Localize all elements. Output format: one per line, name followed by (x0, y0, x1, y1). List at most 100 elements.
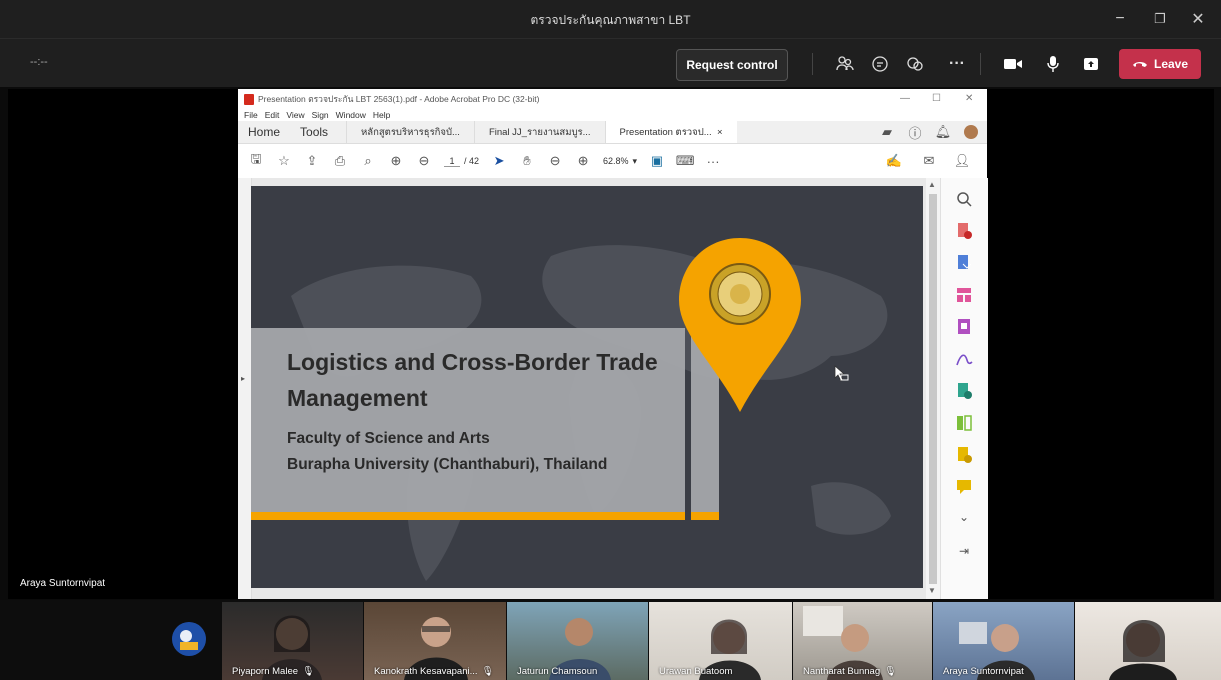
zoom-tool-icon[interactable] (955, 190, 973, 208)
close-tab-icon[interactable]: × (717, 127, 723, 138)
page-up-icon[interactable]: ⊕ (388, 153, 404, 169)
scroll-thumb[interactable] (929, 194, 937, 584)
meeting-control-bar: --:-- Request control ··· Leave (0, 38, 1221, 87)
organize-pages-icon[interactable] (955, 286, 973, 304)
avatar[interactable] (172, 622, 206, 656)
more-actions-button[interactable]: ··· (940, 49, 974, 79)
microphone-icon (1047, 56, 1059, 72)
acrobat-minimize-button[interactable]: — (900, 93, 910, 104)
tab-tools[interactable]: Tools (290, 121, 338, 143)
reactions-button[interactable] (898, 49, 932, 79)
menu-edit[interactable]: Edit (265, 110, 280, 120)
participant-tile[interactable]: Jaturun Chamsoun (507, 602, 648, 680)
chat-icon (872, 56, 888, 72)
hangup-icon (1132, 62, 1147, 67)
page-down-icon[interactable]: ⊖ (416, 153, 432, 169)
create-pdf-icon[interactable] (955, 222, 973, 240)
pdf-icon (244, 93, 254, 105)
participant-tile[interactable]: Piyaporn Malee 🎙︎ (222, 602, 363, 680)
email-icon[interactable]: ✉ (921, 153, 937, 169)
maximize-button[interactable]: ❐ (1142, 6, 1178, 32)
hand-icon[interactable]: ✋︎ (519, 153, 535, 169)
collapse-pane-icon[interactable]: ⇥ (955, 544, 973, 562)
fill-sign-icon[interactable] (955, 350, 973, 368)
keyboard-icon[interactable]: ⌨ (676, 153, 695, 169)
scroll-down-icon[interactable]: ▼ (928, 586, 936, 595)
window-titlebar: ตรวจประกันคุณภาพสาขา LBT − ❐ ✕ (0, 0, 1221, 38)
send-review-icon[interactable] (955, 382, 973, 400)
acrobat-window: Presentation ตรวจประกัน LBT 2563(1).pdf … (238, 89, 988, 599)
zoom-select[interactable]: 62.8% ▾ (603, 156, 637, 167)
microphone-button[interactable] (1036, 49, 1070, 79)
participant-name: Piyaporn Malee 🎙︎ (232, 666, 315, 677)
tab-home[interactable]: Home (238, 121, 290, 143)
bookmark-star-icon[interactable]: ☆ (276, 153, 292, 169)
sign-icon[interactable]: ✍ (886, 153, 902, 169)
page-total: / 42 (464, 156, 480, 166)
acrobat-titlebar: Presentation ตรวจประกัน LBT 2563(1).pdf … (238, 89, 987, 109)
slide-subtitle-line: Faculty of Science and Arts (287, 430, 490, 447)
bell-icon[interactable]: 🔔︎ (935, 124, 952, 140)
save-icon[interactable]: 🖫 (248, 151, 264, 169)
page-input[interactable]: 1 (444, 156, 460, 167)
chat-button[interactable] (863, 49, 897, 79)
search-icon[interactable]: ⌕ (360, 153, 376, 169)
help-icon[interactable]: ⓘ (907, 124, 923, 141)
participant-name: Kanokrath Kesavapani... 🎙︎ (374, 666, 494, 677)
doc-tab-active[interactable]: Presentation ตรวจป... × (604, 121, 737, 143)
select-cursor-icon[interactable]: ➤ (491, 153, 507, 169)
scroll-up-icon[interactable]: ▲ (928, 180, 936, 189)
people-icon (836, 56, 854, 71)
minimize-icon: − (1115, 10, 1125, 27)
fit-page-icon[interactable]: ▣ (649, 153, 665, 169)
doc-tab[interactable]: Final JJ_รายงานสมบูร... (473, 121, 605, 143)
leave-button[interactable]: Leave (1119, 49, 1201, 79)
menu-file[interactable]: File (244, 110, 258, 120)
window-title: ตรวจประกันคุณภาพสาขา LBT (530, 13, 691, 27)
acrobat-maximize-button[interactable]: ☐ (932, 93, 941, 104)
request-control-button[interactable]: Request control (676, 49, 788, 81)
participant-name: Urawan Buatoom (659, 666, 733, 677)
close-button[interactable]: ✕ (1180, 6, 1216, 32)
participant-name: Nantharat Bunnag 🎙︎ (803, 666, 897, 677)
combine-files-icon[interactable] (955, 446, 973, 464)
menu-sign[interactable]: Sign (312, 110, 329, 120)
participant-name: Jaturun Chamsoun (517, 666, 598, 677)
comment-tool-icon[interactable] (955, 478, 973, 496)
participant-tile[interactable]: Urawan Buatoom (649, 602, 792, 680)
divider (812, 53, 813, 75)
menu-help[interactable]: Help (373, 110, 390, 120)
camera-button[interactable] (996, 49, 1030, 79)
participant-tile[interactable] (1075, 602, 1221, 680)
minimize-button[interactable]: − (1102, 6, 1138, 32)
menu-window[interactable]: Window (336, 110, 366, 120)
acrobat-menubar: File Edit View Sign Window Help (238, 109, 987, 121)
edit-pdf-icon[interactable] (955, 318, 973, 336)
share-screen-button[interactable] (1074, 49, 1108, 79)
comment-icon[interactable]: ▰ (879, 124, 895, 140)
avatar[interactable] (963, 124, 979, 140)
doc-tab-label: หลักสูตรบริหารธุรกิจบั... (361, 126, 460, 138)
doc-tab[interactable]: หลักสูตรบริหารธุรกิจบั... (346, 121, 474, 143)
participants-button[interactable] (828, 49, 862, 79)
add-user-icon[interactable]: 👤︎ (954, 153, 971, 169)
print-icon[interactable]: ⎙ (332, 153, 348, 169)
zoom-out-icon[interactable]: ⊖ (547, 153, 563, 169)
export-pdf-icon[interactable] (955, 254, 973, 272)
participant-tile[interactable]: Nantharat Bunnag 🎙︎ (793, 602, 932, 680)
more-tools-icon[interactable]: ··· (705, 153, 721, 169)
cloud-upload-icon[interactable]: ⇪ (304, 153, 320, 169)
participant-tile[interactable]: Kanokrath Kesavapani... 🎙︎ (364, 602, 506, 680)
compare-files-icon[interactable] (955, 414, 973, 432)
zoom-in-icon[interactable]: ⊕ (575, 153, 591, 169)
mic-muted-icon: 🎙︎ (884, 666, 897, 677)
more-tools-chevron-icon[interactable]: ⌄ (955, 510, 973, 528)
participant-tile[interactable]: Araya Suntornvipat (933, 602, 1074, 680)
share-icon (1084, 58, 1098, 70)
close-icon: ✕ (1191, 11, 1205, 28)
acrobat-close-button[interactable]: ✕ (965, 93, 973, 104)
menu-view[interactable]: View (286, 110, 304, 120)
left-panel-toggle[interactable]: ▸ (238, 178, 252, 599)
page-navigator: 1 / 42 (444, 156, 479, 167)
vertical-scrollbar[interactable]: ▲ ▼ (926, 178, 940, 599)
